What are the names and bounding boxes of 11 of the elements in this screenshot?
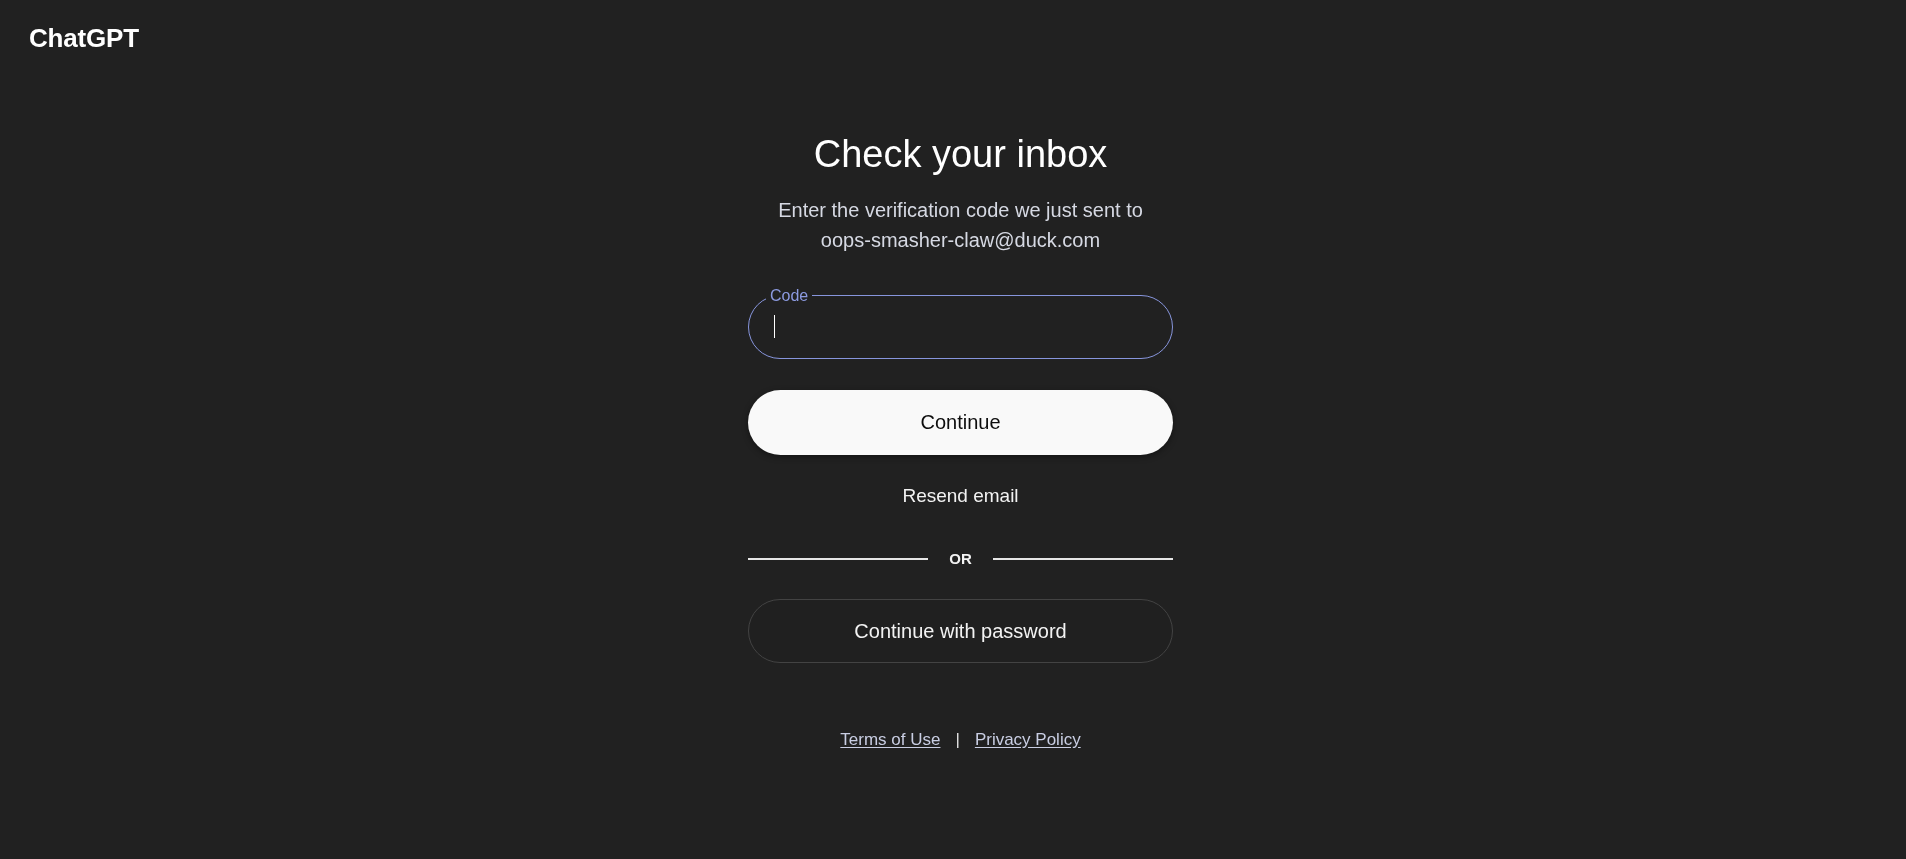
privacy-link[interactable]: Privacy Policy (974, 730, 1081, 750)
continue-button[interactable]: Continue (748, 390, 1173, 455)
instruction-text: Enter the verification code we just sent to oops-smasher-claw@duck.com (777, 198, 1144, 253)
page-title: Check your inbox (813, 132, 1108, 177)
link-separator: | (955, 730, 960, 750)
text-cursor-icon (774, 315, 775, 338)
divider-label: OR (949, 549, 972, 569)
terms-link[interactable]: Terms of Use (840, 730, 941, 750)
logo: ChatGPT (29, 25, 139, 51)
resend-email-button[interactable]: Resend email (888, 476, 1033, 516)
password-login-button[interactable]: Continue with password (748, 599, 1173, 663)
